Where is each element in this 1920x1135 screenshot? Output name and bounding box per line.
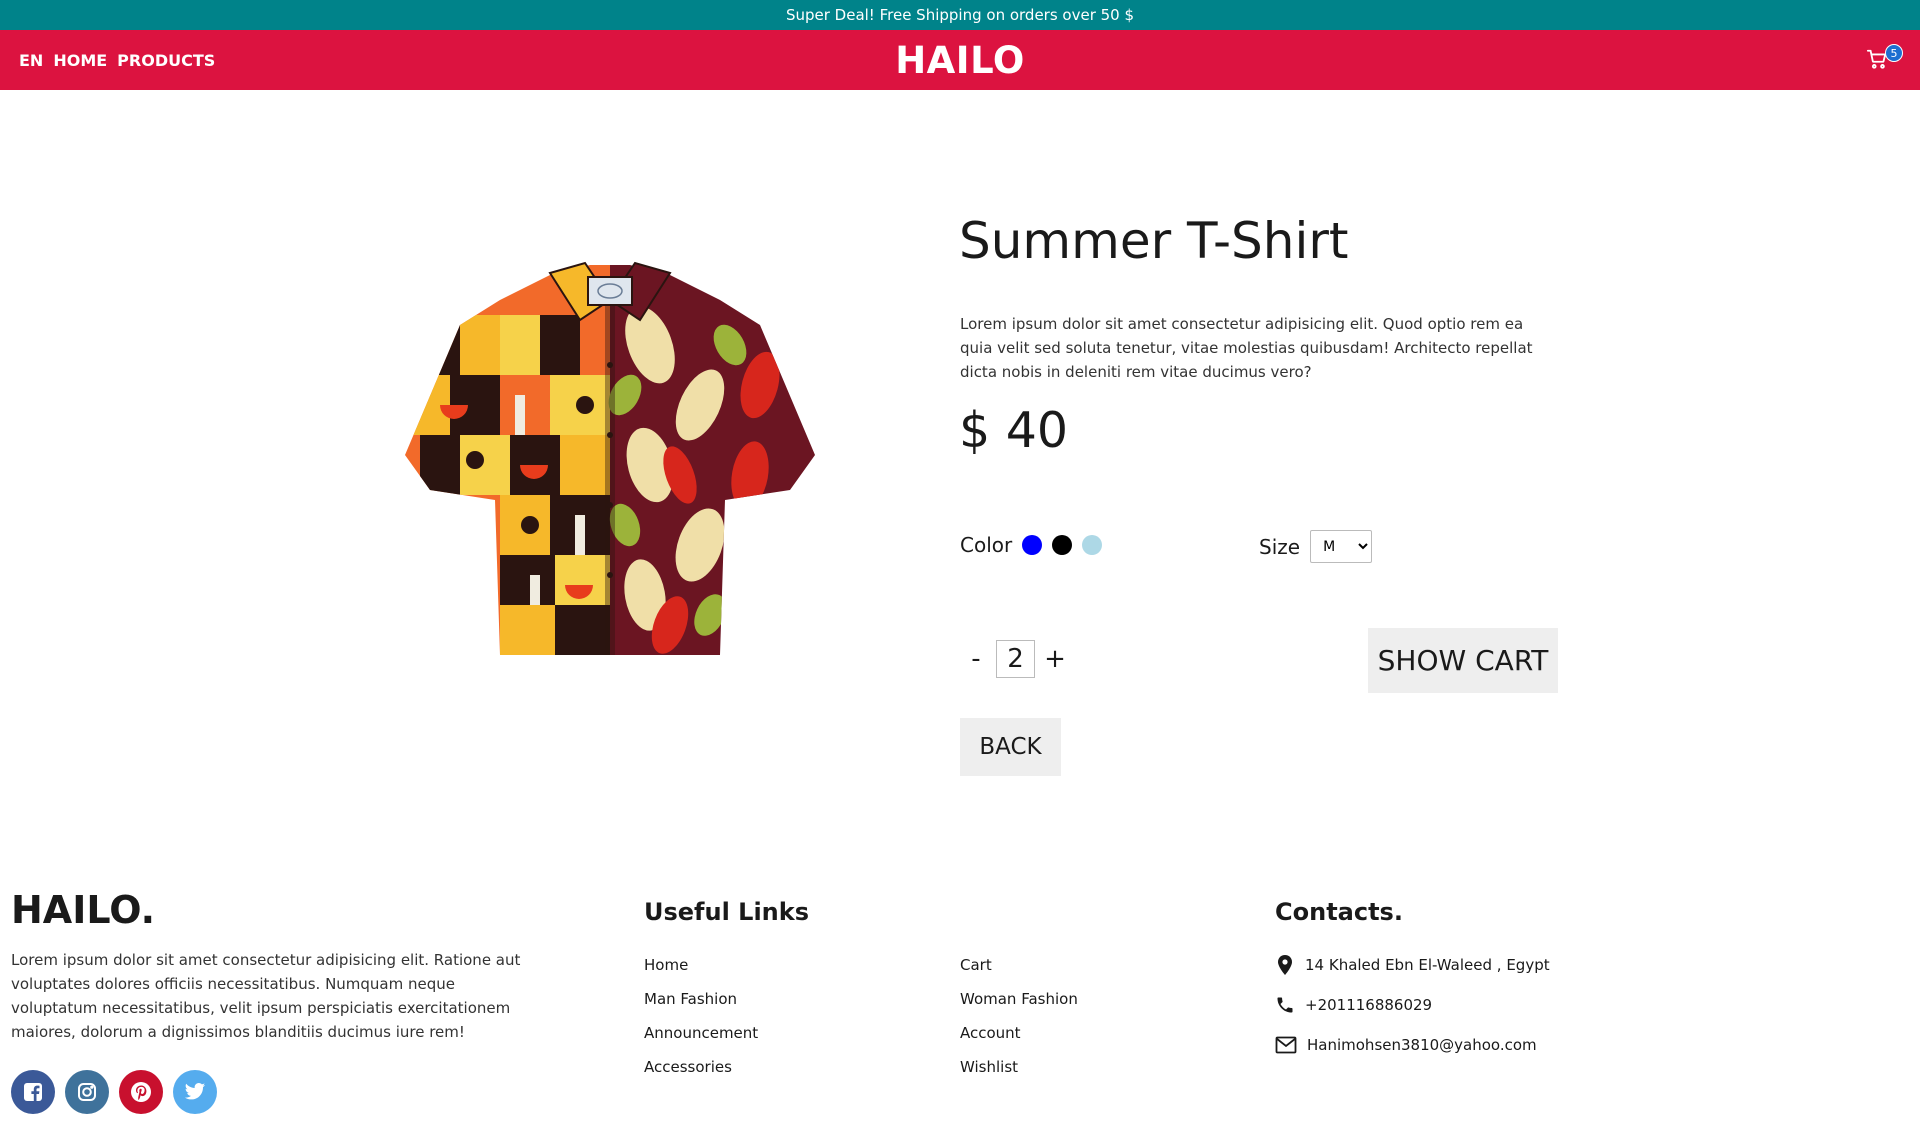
useful-links-heading: Useful Links — [644, 898, 810, 926]
nav-links: EN HOME PRODUCTS — [19, 30, 215, 90]
color-swatch-blue[interactable] — [1022, 535, 1043, 555]
increase-quantity-button[interactable]: + — [1039, 644, 1071, 674]
cart-count-badge: 5 — [1885, 44, 1903, 62]
quantity-stepper: - 2 + — [960, 640, 1071, 678]
product-price: $ 40 — [959, 402, 1069, 459]
email-text: Hanimohsen3810@yahoo.com — [1307, 1036, 1537, 1054]
size-selector: Size M — [1259, 530, 1373, 563]
footer-links-column-2: Cart Woman Fashion Account Wishlist — [960, 948, 1078, 1084]
pinterest-button[interactable] — [119, 1070, 163, 1114]
mail-icon — [1275, 1036, 1297, 1054]
facebook-button[interactable] — [11, 1070, 55, 1114]
twitter-icon — [184, 1083, 206, 1100]
size-label: Size — [1259, 534, 1301, 559]
contact-phone: +201116886029 — [1275, 995, 1432, 1015]
pinterest-icon — [131, 1082, 151, 1102]
color-selector: Color — [960, 533, 1103, 557]
twitter-button[interactable] — [173, 1070, 217, 1114]
color-label: Color — [960, 533, 1013, 557]
footer-links-column-1: Home Man Fashion Announcement Accessorie… — [644, 948, 758, 1084]
address-text: 14 Khaled Ebn El-Waleed , Egypt — [1305, 956, 1550, 974]
footer-link-man-fashion[interactable]: Man Fashion — [644, 982, 758, 1016]
nav-products-link[interactable]: PRODUCTS — [117, 51, 215, 70]
contact-email: Hanimohsen3810@yahoo.com — [1275, 1036, 1537, 1054]
size-dropdown[interactable]: M — [1310, 530, 1373, 563]
quantity-value: 2 — [996, 640, 1035, 678]
location-pin-icon — [1278, 955, 1292, 975]
social-links — [11, 1070, 217, 1114]
footer-link-woman-fashion[interactable]: Woman Fashion — [960, 982, 1078, 1016]
footer-brand: HAILO. — [11, 888, 156, 932]
instagram-button[interactable] — [65, 1070, 109, 1114]
instagram-icon — [78, 1083, 96, 1101]
footer-link-cart[interactable]: Cart — [960, 948, 1078, 982]
color-swatch-light-blue[interactable] — [1082, 535, 1103, 555]
decrease-quantity-button[interactable]: - — [960, 644, 992, 674]
footer-link-announcement[interactable]: Announcement — [644, 1016, 758, 1050]
footer-link-home[interactable]: Home — [644, 948, 758, 982]
back-button[interactable]: BACK — [960, 718, 1061, 776]
facebook-icon — [24, 1083, 42, 1101]
contacts-heading: Contacts. — [1275, 898, 1403, 926]
product-description: Lorem ipsum dolor sit amet consectetur a… — [960, 315, 1533, 381]
footer-link-accessories[interactable]: Accessories — [644, 1050, 758, 1084]
navbar: EN HOME PRODUCTS HAILO 5 — [0, 30, 1920, 90]
show-cart-button[interactable]: SHOW CART — [1368, 628, 1558, 693]
color-swatch-black[interactable] — [1052, 535, 1073, 555]
nav-home-link[interactable]: HOME — [53, 51, 107, 70]
footer-description: Lorem ipsum dolor sit amet consectetur a… — [11, 951, 521, 1041]
phone-icon — [1277, 997, 1293, 1013]
product-title: Summer T-Shirt — [959, 212, 1349, 270]
phone-text: +201116886029 — [1305, 996, 1433, 1014]
language-switch[interactable]: EN — [19, 51, 43, 70]
footer-link-wishlist[interactable]: Wishlist — [960, 1050, 1078, 1084]
contact-address: 14 Khaled Ebn El-Waleed , Egypt — [1275, 954, 1550, 976]
product-image — [400, 255, 820, 670]
footer-link-account[interactable]: Account — [960, 1016, 1078, 1050]
cart-button[interactable]: 5 — [1866, 44, 1906, 80]
announcement-bar: Super Deal! Free Shipping on orders over… — [0, 0, 1920, 30]
brand-logo: HAILO — [895, 38, 1025, 82]
